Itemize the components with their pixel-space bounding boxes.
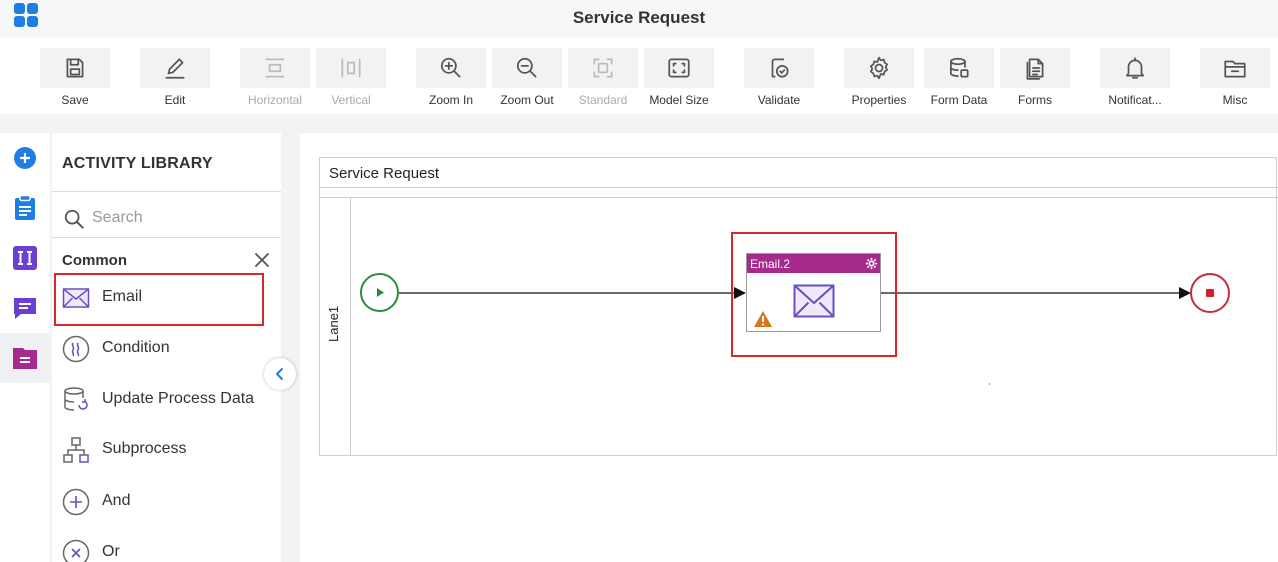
form-data-button[interactable]: Form Data	[920, 48, 996, 112]
validate-label: Validate	[757, 93, 801, 107]
search-input[interactable]	[92, 205, 272, 231]
bell-icon	[1126, 57, 1144, 79]
misc-button[interactable]: Misc	[1196, 48, 1272, 112]
play-icon	[377, 288, 384, 297]
library-title: ACTIVITY LIBRARY	[62, 155, 213, 172]
library-item-subprocess[interactable]: Subprocess	[52, 426, 281, 474]
folder-icon	[1224, 60, 1246, 78]
rail-clipboard-button[interactable]	[0, 183, 50, 233]
close-icon[interactable]	[253, 251, 271, 269]
and-icon	[62, 488, 90, 516]
divider	[52, 237, 281, 238]
title-bar: Service Request	[0, 0, 1278, 38]
vertical-label: Vertical	[331, 93, 371, 107]
divider	[52, 191, 281, 192]
library-item-update-process-data[interactable]: Update Process Data	[52, 376, 281, 424]
standard-button[interactable]: Standard	[564, 48, 640, 112]
save-icon	[66, 58, 84, 78]
edit-label: Edit	[164, 93, 186, 107]
zoom-in-icon	[440, 57, 461, 78]
properties-label: Properties	[851, 93, 907, 107]
vertical-layout-icon	[341, 58, 361, 78]
subprocess-icon	[63, 437, 89, 463]
variables-icon	[13, 246, 37, 270]
horizontal-button[interactable]: Horizontal	[236, 48, 312, 112]
notifications-label: Notificat...	[1108, 93, 1162, 107]
chat-icon	[14, 298, 36, 319]
library-item-condition[interactable]: Condition	[52, 325, 281, 373]
database-icon	[950, 57, 969, 78]
standard-size-icon	[593, 58, 613, 78]
library-item-label: Subprocess	[102, 440, 187, 457]
warning-icon[interactable]	[753, 310, 773, 328]
library-item-or[interactable]: Or	[52, 529, 281, 562]
zoom-in-button[interactable]: Zoom In	[412, 48, 488, 112]
task-header: Email.2	[747, 254, 880, 273]
library-item-label: And	[102, 492, 131, 509]
toolbar: Save Edit Horizontal Vertical Zoom In Zo…	[0, 38, 1278, 114]
misc-label: Misc	[1222, 93, 1248, 107]
zoom-out-icon	[516, 57, 537, 78]
rail-variables-button[interactable]	[0, 233, 50, 283]
pool-title: Service Request	[329, 165, 440, 182]
update-data-icon	[64, 387, 88, 411]
validate-icon	[771, 58, 789, 78]
forms-button[interactable]: Forms	[996, 48, 1072, 112]
clipboard-icon	[15, 195, 35, 220]
pool-gap	[320, 188, 1278, 198]
canvas-speck	[989, 383, 990, 385]
edit-button[interactable]: Edit	[136, 48, 212, 112]
model-size-label: Model Size	[649, 93, 709, 107]
add-circle-icon	[14, 147, 36, 169]
notifications-button[interactable]: Notificat...	[1096, 48, 1172, 112]
library-item-label: Or	[102, 543, 120, 560]
pool-header: Service Request	[320, 158, 1278, 188]
start-event[interactable]	[360, 273, 399, 312]
save-label: Save	[61, 93, 89, 107]
left-rail	[0, 133, 50, 562]
search-icon	[64, 209, 84, 229]
stop-icon	[1206, 289, 1214, 297]
library-item-label: Condition	[102, 339, 170, 356]
chevron-left-icon	[275, 368, 283, 380]
gear-icon[interactable]	[865, 257, 878, 270]
end-event[interactable]	[1190, 273, 1230, 313]
model-size-button[interactable]: Model Size	[640, 48, 716, 112]
zoom-out-button[interactable]: Zoom Out	[488, 48, 564, 112]
task-title: Email.2	[750, 257, 791, 271]
page-title: Service Request	[572, 8, 706, 27]
rail-document-button[interactable]	[0, 333, 50, 383]
email-icon	[793, 284, 835, 318]
gear-icon	[870, 56, 888, 80]
forms-label: Forms	[1018, 93, 1052, 107]
email-highlight-box	[54, 273, 264, 326]
activity-library: ACTIVITY LIBRARY Common Email Condition …	[52, 133, 281, 562]
save-button[interactable]: Save	[36, 48, 112, 112]
horizontal-layout-icon	[265, 58, 285, 78]
validate-button[interactable]: Validate	[740, 48, 816, 112]
rail-chat-button[interactable]	[0, 283, 50, 333]
library-item-and[interactable]: And	[52, 478, 281, 526]
edit-icon	[165, 58, 185, 79]
library-item-label: Update Process Data	[102, 390, 255, 407]
forms-icon	[1026, 58, 1044, 80]
lane-header[interactable]: Lane1	[320, 198, 351, 456]
or-icon	[62, 539, 90, 562]
lane-label: Lane1	[326, 305, 341, 342]
vertical-button[interactable]: Vertical	[312, 48, 388, 112]
rail-add-button[interactable]	[0, 133, 50, 183]
document-icon	[13, 348, 37, 369]
properties-button[interactable]: Properties	[840, 48, 916, 112]
category-title: Common	[62, 252, 127, 269]
collapse-library-button[interactable]	[264, 358, 296, 390]
model-size-icon	[668, 58, 690, 78]
condition-icon	[62, 335, 90, 363]
email-task[interactable]: Email.2	[746, 253, 881, 332]
